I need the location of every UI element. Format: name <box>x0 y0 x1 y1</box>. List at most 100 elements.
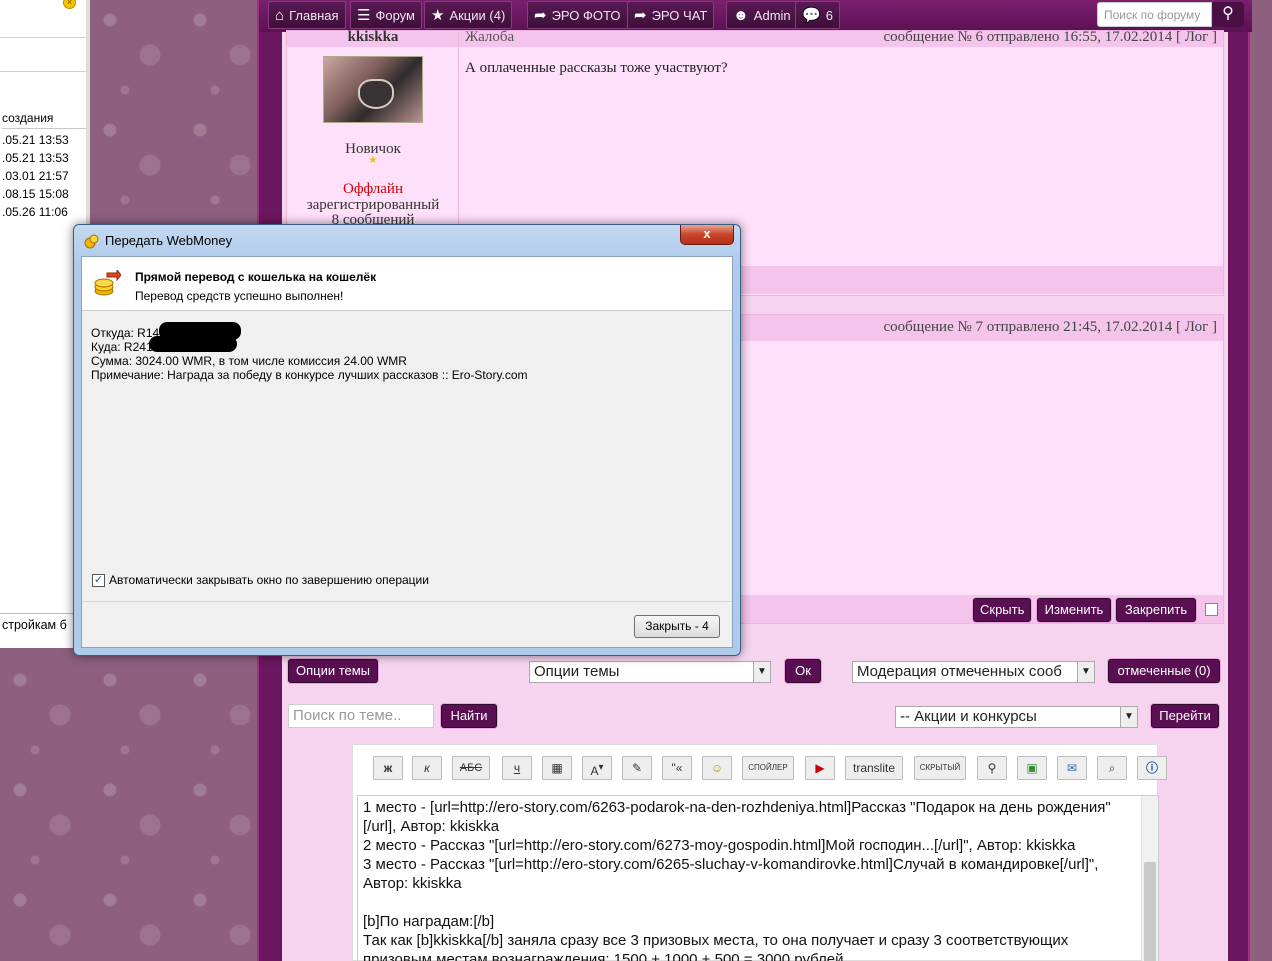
hidden-text-button[interactable]: СКРЫТЫЙ <box>914 756 966 780</box>
translit-button[interactable]: translite <box>845 756 903 780</box>
editor-line: [b]По наградам:[/b] <box>363 913 495 930</box>
divider <box>82 601 732 602</box>
transfer-sum: Сумма: 3024.00 WMR, в том числе комиссия… <box>91 354 407 368</box>
list-item[interactable]: .05.21 13:53 <box>2 133 69 147</box>
go-button[interactable]: Перейти <box>1151 704 1219 728</box>
topic-options-button[interactable]: Опции темы <box>288 659 378 683</box>
color-button[interactable]: ✎ <box>622 756 652 780</box>
jump-to-select[interactable]: -- Акции и конкурсы ▼ <box>895 706 1138 728</box>
strike-button[interactable]: АБС <box>452 756 490 780</box>
dialog-title: Передать WebMoney <box>105 233 233 248</box>
jump-to-value: -- Акции и конкурсы <box>900 708 1037 725</box>
chevron-down-icon: ▼ <box>753 662 770 682</box>
moderation-select[interactable]: Модерация отмеченных сооб ▼ <box>852 661 1095 683</box>
user-icon: ☻ <box>733 6 749 24</box>
list-item[interactable]: .08.15 15:08 <box>2 187 69 201</box>
list-item[interactable]: .03.01 21:57 <box>2 169 69 183</box>
post-meta[interactable]: сообщение № 7 отправлено 21:45, 17.02.20… <box>884 319 1217 336</box>
editor-line: 3 место - Рассказ "[url=http://ero-story… <box>363 856 1099 873</box>
nav-home[interactable]: ⌂ Главная <box>268 1 346 29</box>
nav-messages[interactable]: 💬 6 <box>795 1 840 29</box>
scrollbar-thumb[interactable] <box>1144 862 1156 961</box>
email-button[interactable]: ✉ <box>1057 756 1087 780</box>
link-button[interactable]: ⚲ <box>977 756 1007 780</box>
list-item[interactable]: .05.26 11:06 <box>2 205 68 219</box>
avatar[interactable] <box>323 56 423 123</box>
paint-bucket-icon: ✎ <box>631 761 643 775</box>
info-button[interactable]: ⓘ <box>1137 756 1167 780</box>
edit-button[interactable]: Изменить <box>1037 598 1111 622</box>
editor-line: Так как [b]kkiskka[/b] заняла сразу все … <box>363 932 1069 949</box>
info-icon: ⓘ <box>1145 761 1158 775</box>
editor-scrollbar[interactable] <box>1141 796 1158 961</box>
auto-close-label: Автоматически закрывать окно по завершен… <box>109 573 429 587</box>
editor-line: 1 место - [url=http://ero-story.com/6263… <box>363 799 1111 816</box>
chevron-down-icon: ▼ <box>1077 662 1094 682</box>
auto-close-option[interactable]: ✓ Автоматически закрывать окно по заверш… <box>92 573 429 587</box>
column-header[interactable]: создания <box>2 111 86 129</box>
caret-icon: ▾ <box>598 762 604 773</box>
chat-bubble-icon: 💬 <box>802 7 821 24</box>
underline-button[interactable]: ч <box>502 756 532 780</box>
star-icon: ★ <box>431 7 445 24</box>
italic-button[interactable]: к <box>412 756 442 780</box>
grid-icon: ▦ <box>551 761 563 775</box>
marked-button[interactable]: отмеченные (0) <box>1108 659 1220 683</box>
editor-line: [/url], Автор: kkiskka <box>363 818 500 835</box>
image-button[interactable]: ▣ <box>1017 756 1047 780</box>
youtube-button[interactable]: ▶ <box>805 756 835 780</box>
list-item[interactable]: .05.21 13:53 <box>2 151 69 165</box>
transfer-details: Откуда: R14 Куда: R241 Сумма: 3024.00 WM… <box>91 326 528 382</box>
search-button[interactable]: ⚲ <box>1212 2 1244 27</box>
hide-button[interactable]: Скрыть <box>973 598 1031 622</box>
image-icon: ▣ <box>1026 761 1038 775</box>
nav-ero-photo-label: ЭРО ФОТО <box>551 7 621 23</box>
message-textarea[interactable]: 1 место - [url=http://ero-story.com/6263… <box>357 795 1159 961</box>
nav-promos-label: Акции (4) <box>449 7 506 23</box>
reply-editor: ж к АБС ч ▦ А▾ ✎ "« ☺ СПОЙЛЕР ▶ translit… <box>352 744 1167 961</box>
nav-home-label: Главная <box>289 7 339 23</box>
coins-transfer-icon <box>94 270 121 296</box>
close-icon[interactable]: x <box>680 225 734 245</box>
smiley-button[interactable]: ☺ <box>702 756 732 780</box>
bold-button[interactable]: ж <box>373 756 403 780</box>
nav-promos[interactable]: ★ Акции (4) <box>424 1 513 29</box>
nav-admin[interactable]: ☻ Admin <box>726 1 798 29</box>
auto-close-checkbox[interactable]: ✓ <box>92 573 105 587</box>
ok-button[interactable]: Ок <box>785 659 821 683</box>
nav-ero-chat[interactable]: ➦ ЭРО ЧАТ <box>627 1 715 29</box>
webmoney-dialog: Передать WebMoney x Прямой перевод с кош… <box>73 224 741 656</box>
spoiler-button[interactable]: СПОЙЛЕР <box>742 756 794 780</box>
dialog-heading: Прямой перевод с кошелька на кошелёк <box>135 270 377 284</box>
youtube-icon: ▶ <box>815 761 825 775</box>
quote-button[interactable]: "« <box>662 756 692 780</box>
find-button[interactable]: Найти <box>441 704 497 728</box>
complaint-link[interactable]: Жалоба <box>465 29 514 46</box>
font-size-button[interactable]: А▾ <box>582 756 612 780</box>
column-header-label: создания <box>2 111 54 125</box>
author-name[interactable]: kkiskka <box>287 29 459 46</box>
search-text-button[interactable]: ⌕ <box>1097 756 1127 780</box>
redaction-mark <box>149 336 237 352</box>
dialog-body: Прямой перевод с кошелька на кошелёк Пер… <box>81 256 733 648</box>
close-button[interactable]: Закрыть - 4 <box>634 615 720 638</box>
dialog-header: Прямой перевод с кошелька на кошелёк Пер… <box>82 257 732 311</box>
topic-options-value: Опции темы <box>534 663 620 680</box>
nav-forum[interactable]: ☰ Форум <box>350 1 422 29</box>
forum-search-input[interactable]: Поиск по форуму <box>1097 2 1212 27</box>
editor-line: 2 место - Рассказ "[url=http://ero-story… <box>363 837 1076 854</box>
editor-line: призовым местам вознаграждения: 1500 + 1… <box>363 951 844 961</box>
topic-options-select[interactable]: Опции темы ▼ <box>529 661 771 683</box>
post-meta[interactable]: сообщение № 6 отправлено 16:55, 17.02.20… <box>884 29 1217 46</box>
home-icon: ⌂ <box>275 6 285 24</box>
divider <box>0 37 86 38</box>
grid-button[interactable]: ▦ <box>542 756 572 780</box>
topic-search-input[interactable]: Поиск по теме.. <box>288 704 434 728</box>
select-post-checkbox[interactable] <box>1205 603 1218 616</box>
pin-button[interactable]: Закрепить <box>1116 598 1196 622</box>
envelope-icon: ✉ <box>1066 761 1078 775</box>
nav-forum-label: Форум <box>375 7 415 23</box>
nav-ero-photo[interactable]: ➦ ЭРО ФОТО <box>527 1 628 29</box>
paperclip-icon: ⚲ <box>987 761 997 775</box>
